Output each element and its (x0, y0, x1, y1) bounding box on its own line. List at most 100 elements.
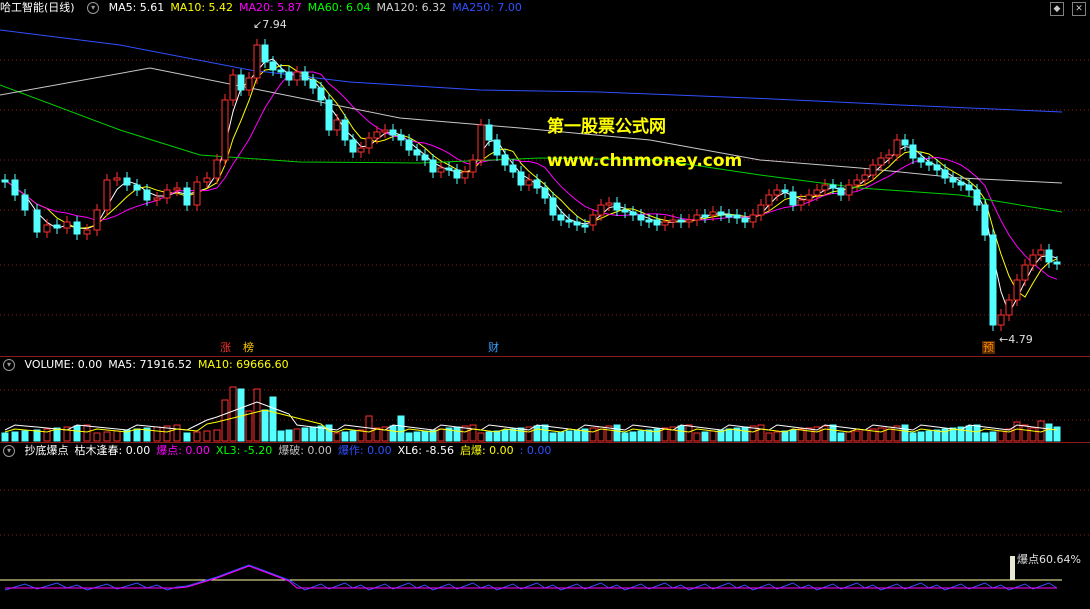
candle-body (113, 177, 121, 181)
stock-name: 哈工智能 (0, 1, 44, 14)
volume-bar (245, 410, 253, 442)
volume-bar (1029, 427, 1037, 442)
candle-body (701, 214, 709, 218)
candle-body (317, 87, 325, 101)
candle-body (173, 187, 181, 191)
candle-body (949, 177, 957, 183)
kline-chart[interactable] (0, 0, 1090, 609)
volume-bar (405, 432, 413, 442)
volume-bar (103, 431, 111, 442)
collapse-icon[interactable]: ▾ (87, 2, 100, 14)
candle-body (717, 211, 725, 216)
candle-body (293, 71, 301, 81)
volume-bar (477, 432, 485, 442)
event-tag-cai[interactable]: 财 (487, 341, 500, 354)
close-icon[interactable]: ✕ (1072, 2, 1086, 16)
candle-body (63, 221, 71, 229)
candle-body (565, 219, 573, 223)
volume-bar (269, 396, 277, 442)
volume-bar (549, 432, 557, 442)
candle-body (229, 74, 237, 101)
candle-body (557, 214, 565, 221)
collapse-icon[interactable]: ▾ (3, 359, 15, 371)
candle-body (1037, 249, 1045, 256)
candle-body (509, 164, 517, 173)
volume-bar (821, 425, 829, 442)
ma20-line (4, 71, 1058, 280)
volume-bar (965, 425, 973, 442)
volume-bar (1053, 426, 1061, 442)
volume-bar (701, 431, 709, 442)
ma250-line (0, 29, 1063, 113)
indicator_header-8: : 0.00 (519, 444, 552, 457)
candle-body (653, 219, 661, 226)
low-price-mark: ←4.79 (999, 333, 1033, 346)
volume-bar (93, 432, 101, 442)
candle-body (1021, 264, 1029, 281)
volume-bar (877, 427, 885, 442)
candle-body (1045, 249, 1053, 263)
volume-bar (469, 424, 477, 442)
candle-body (93, 209, 101, 231)
candle-body (33, 209, 41, 233)
volume-bar (1021, 424, 1029, 442)
volume-bar (277, 430, 285, 442)
candle-body (301, 71, 309, 81)
volume-bar (21, 430, 29, 442)
candle-body (183, 187, 191, 206)
volume-bar (83, 424, 91, 442)
candle-body (725, 214, 733, 218)
event-tag-zhang[interactable]: 涨 (219, 341, 232, 354)
minimize-icon[interactable]: ◆ (1050, 2, 1064, 16)
candle-body (573, 221, 581, 226)
candle-body (733, 214, 741, 219)
volume-bar (501, 429, 509, 442)
volume-bar (989, 431, 997, 442)
candle-body (285, 71, 293, 81)
candle-body (925, 161, 933, 166)
volume-bar (397, 415, 405, 442)
candle-body (53, 224, 61, 229)
candle-body (429, 159, 437, 173)
volume-bar (829, 424, 837, 442)
volume-bar (629, 431, 637, 442)
candle-body (957, 181, 965, 186)
ma_header-2: MA20: 5.87 (239, 1, 302, 14)
volume-bar (437, 428, 445, 442)
candle-body (413, 149, 421, 156)
candle-body (203, 177, 211, 183)
candle-body (421, 154, 429, 161)
candle-body (797, 199, 805, 206)
indicator-legend: 抄底爆点 枯木逢春: 0.00 爆点: 0.00 XL3: -5.20 爆破: 0.00… (25, 444, 558, 457)
collapse-icon[interactable]: ▾ (3, 445, 15, 457)
candle-body (965, 184, 973, 191)
candle-body (997, 314, 1005, 326)
candle-body (693, 214, 701, 221)
candle-body (357, 147, 365, 153)
candle-body (213, 159, 221, 179)
volume-bar (1, 432, 9, 442)
event-tag-bang[interactable]: 榜 (242, 341, 255, 354)
indicator_header-3: XL3: -5.20 (215, 444, 273, 457)
volume-bar (193, 431, 201, 442)
volume-bar (805, 427, 813, 442)
candle-body (269, 61, 277, 71)
indicator-mark: 爆点60.64% (1017, 553, 1081, 566)
watermark-title: 第一股票公式网 (547, 117, 666, 137)
volume-bar (685, 424, 693, 442)
volume-bar (901, 424, 909, 442)
candle-body (253, 44, 261, 79)
volume-bar (573, 429, 581, 442)
candle-body (163, 189, 171, 199)
candle-body (325, 99, 333, 131)
volume_header-0: VOLUME: 0.00 (24, 358, 103, 371)
candle-body (365, 137, 373, 149)
candle-body (813, 189, 821, 196)
candle-body (789, 191, 797, 206)
candle-body (397, 134, 405, 141)
volume-bar (765, 432, 773, 442)
candle-body (605, 202, 613, 206)
candle-body (381, 129, 389, 133)
event-tag-yu[interactable]: 预 (982, 341, 995, 354)
candle-body (853, 179, 861, 186)
